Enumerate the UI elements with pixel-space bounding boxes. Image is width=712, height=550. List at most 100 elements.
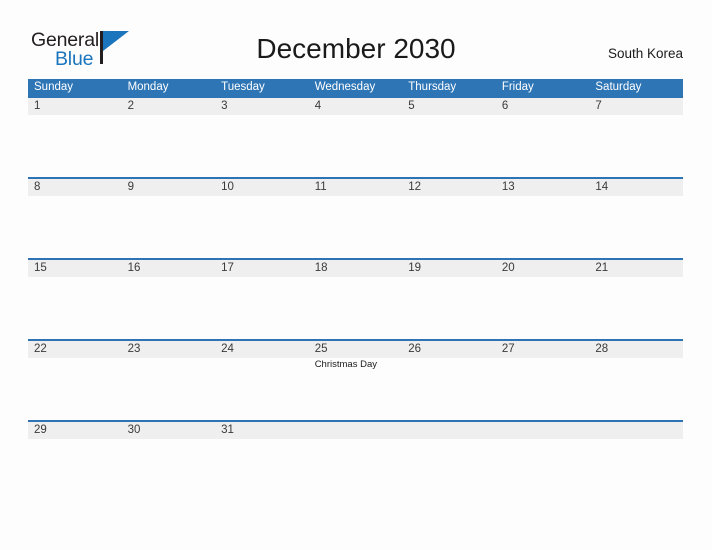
day-number: [315, 422, 403, 439]
day-number: 29: [34, 424, 47, 436]
calendar-day-cell[interactable]: 1: [28, 98, 122, 116]
day-events: [502, 115, 590, 116]
calendar-day-cell[interactable]: 24: [215, 341, 309, 371]
day-events: [502, 439, 590, 440]
calendar-weeks: 1 2 3 4 5 6 7 8 9 10 11 12 13 14 15 16 17 18 19 20 21 22 23 24 2…: [28, 96, 683, 501]
day-events: [315, 439, 403, 440]
country-label: South Korea: [607, 46, 683, 61]
calendar-day-cell[interactable]: 17: [215, 260, 309, 278]
day-number: 1: [34, 100, 41, 112]
calendar-day-cell[interactable]: 14: [589, 179, 683, 197]
calendar-day-cell[interactable]: 23: [122, 341, 216, 371]
calendar-day-cell[interactable]: [496, 422, 590, 440]
day-events: [315, 115, 403, 116]
calendar-day-cell[interactable]: 13: [496, 179, 590, 197]
day-number: 3: [221, 100, 228, 112]
calendar-day-cell[interactable]: 8: [28, 179, 122, 197]
day-number: 19: [408, 262, 422, 274]
calendar-day-cell[interactable]: 30: [122, 422, 216, 440]
day-number: 9: [127, 181, 134, 193]
day-events: [221, 196, 309, 197]
calendar-day-cell[interactable]: 29: [28, 422, 122, 440]
calendar-day-cell[interactable]: 11: [309, 179, 403, 197]
calendar-day-cell[interactable]: 22: [28, 341, 122, 371]
calendar-day-cell[interactable]: [589, 422, 683, 440]
day-number: 25: [314, 343, 328, 355]
day-number: 12: [408, 181, 422, 193]
day-number: 4: [314, 100, 322, 112]
day-number: [595, 422, 683, 439]
weekday-header-row: Sunday Monday Tuesday Wednesday Thursday…: [28, 79, 683, 96]
day-number: 28: [595, 343, 609, 355]
calendar-day-cell[interactable]: 20: [496, 260, 590, 278]
calendar-day-cell[interactable]: [309, 422, 403, 440]
day-events: Christmas Day: [315, 358, 403, 371]
day-events: [595, 358, 683, 359]
calendar-week-row: 1 2 3 4 5 6 7: [28, 96, 683, 177]
day-events: [128, 439, 216, 440]
calendar-day-cell[interactable]: 28: [589, 341, 683, 371]
calendar-day-cell[interactable]: 4: [309, 98, 403, 116]
day-events: [315, 196, 403, 197]
calendar-day-cell[interactable]: 16: [122, 260, 216, 278]
calendar-day-cell[interactable]: 5: [402, 98, 496, 116]
day-events: [502, 196, 590, 197]
day-events: [408, 115, 496, 116]
calendar-day-cell[interactable]: 27: [496, 341, 590, 371]
day-number: 20: [501, 262, 515, 274]
calendar-week-row: 29 30 31: [28, 420, 683, 501]
calendar-day-cell[interactable]: 25 Christmas Day: [309, 341, 403, 371]
day-events: [221, 277, 309, 278]
page-title: December 2030: [256, 33, 456, 64]
day-number: 15: [34, 262, 47, 274]
calendar-day-cell[interactable]: 26: [402, 341, 496, 371]
day-number: 17: [221, 262, 234, 274]
day-events: [595, 196, 683, 197]
day-events: [595, 115, 683, 116]
calendar-day-cell[interactable]: 6: [496, 98, 590, 116]
day-events: [221, 439, 309, 440]
day-events: [221, 115, 309, 116]
day-events: [408, 196, 496, 197]
day-number: 11: [314, 181, 327, 193]
weekday-header-sunday: Sunday: [34, 81, 74, 93]
day-number: 30: [127, 424, 141, 436]
calendar-day-cell[interactable]: 10: [215, 179, 309, 197]
day-number: [408, 422, 496, 439]
day-events: [408, 358, 496, 359]
calendar-day-cell[interactable]: 31: [215, 422, 309, 440]
day-events: [34, 358, 122, 359]
day-number: 5: [408, 100, 415, 112]
weekday-header-tuesday: Tuesday: [221, 81, 265, 93]
day-events: [502, 358, 590, 359]
weekday-header-wednesday: Wednesday: [314, 81, 376, 93]
weekday-header-saturday: Saturday: [595, 81, 642, 93]
calendar-day-cell[interactable]: 15: [28, 260, 122, 278]
calendar-day-cell[interactable]: 9: [122, 179, 216, 197]
calendar-day-cell[interactable]: 21: [589, 260, 683, 278]
week-body: 8 9 10 11 12 13 14: [28, 179, 683, 197]
day-number: 13: [501, 181, 515, 193]
calendar-day-cell[interactable]: 12: [402, 179, 496, 197]
day-events: [408, 439, 496, 440]
page-header: General Blue December 2030 South Korea: [0, 0, 712, 78]
day-events: [128, 358, 216, 359]
calendar-day-cell[interactable]: 19: [402, 260, 496, 278]
calendar-week-row: 15 16 17 18 19 20 21: [28, 258, 683, 339]
week-body: 29 30 31: [28, 422, 683, 440]
day-number: 7: [595, 100, 602, 112]
weekday-header-friday: Friday: [501, 81, 534, 93]
week-body: 22 23 24 25 Christmas Day 26 27 28: [28, 341, 683, 371]
day-events: [34, 439, 122, 440]
day-events: [595, 277, 683, 278]
calendar-day-cell[interactable]: 7: [589, 98, 683, 116]
calendar-day-cell[interactable]: 2: [122, 98, 216, 116]
day-number: 16: [127, 262, 141, 274]
calendar-day-cell[interactable]: [402, 422, 496, 440]
day-number: 31: [221, 424, 234, 436]
day-event-label[interactable]: Christmas Day: [315, 359, 403, 371]
calendar-day-cell[interactable]: 3: [215, 98, 309, 116]
calendar-day-cell[interactable]: 18: [309, 260, 403, 278]
day-number: 14: [595, 181, 609, 193]
day-events: [408, 277, 496, 278]
